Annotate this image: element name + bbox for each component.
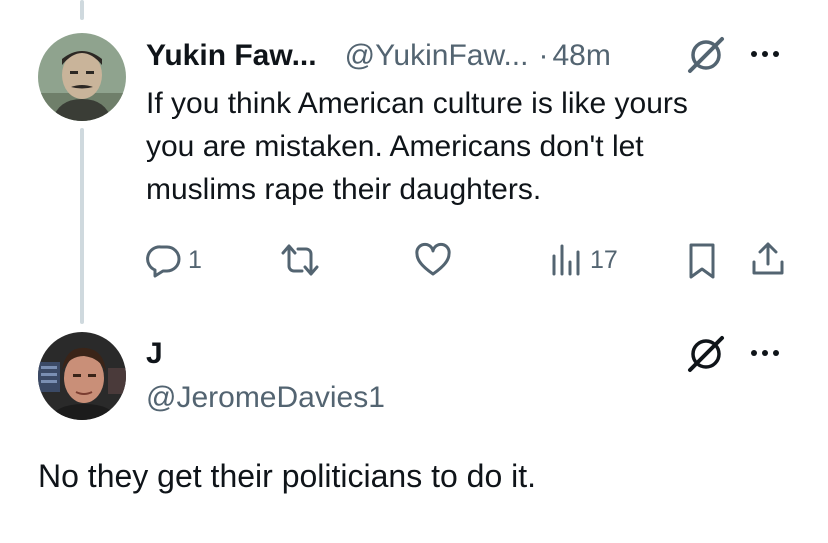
more-icon[interactable]: [751, 51, 779, 57]
grok-icon[interactable]: [684, 332, 728, 381]
tweet-text-line: muslims rape their daughters.: [146, 173, 542, 206]
tweet-header: Yukin Faw... @YukinFaw... · 48m: [146, 36, 611, 76]
tweet-text: If you think American culture is like yo…: [146, 82, 688, 211]
views-icon: [552, 244, 580, 276]
more-dot: [751, 51, 757, 57]
thread-connector-top: [80, 0, 84, 20]
avatar[interactable]: [38, 332, 126, 420]
more-dot: [773, 350, 779, 356]
share-button[interactable]: [750, 240, 786, 278]
retweet-icon: [281, 244, 319, 276]
timestamp[interactable]: 48m: [552, 39, 610, 73]
user-handle[interactable]: @JeromeDavies1: [146, 381, 385, 415]
views-button[interactable]: 17: [550, 242, 618, 278]
reply-button[interactable]: 1: [146, 242, 202, 278]
reply-icon: [146, 245, 181, 278]
retweet-button[interactable]: [280, 242, 326, 278]
more-icon[interactable]: [751, 350, 779, 356]
display-name[interactable]: Yukin Faw...: [146, 39, 317, 73]
handle-row: @JeromeDavies1: [146, 378, 385, 418]
heart-icon: [415, 242, 451, 276]
avatar[interactable]: [38, 33, 126, 121]
bookmark-icon: [689, 243, 715, 279]
tweet-text-line: you are mistaken. Americans don't let: [146, 130, 644, 163]
more-dot: [762, 350, 768, 356]
share-icon: [752, 242, 784, 275]
thread-connector-line: [80, 128, 84, 324]
more-dot: [751, 350, 757, 356]
display-name[interactable]: J: [146, 337, 163, 371]
tweet-header: J: [146, 336, 163, 372]
more-dot: [762, 51, 768, 57]
tweet-text-line: If you think American culture is like yo…: [146, 87, 688, 120]
like-button[interactable]: [414, 242, 458, 278]
bookmark-button[interactable]: [686, 242, 718, 280]
views-count: 17: [590, 245, 618, 274]
tweet-text: No they get their politicians to do it.: [38, 458, 537, 494]
grok-icon[interactable]: [684, 33, 728, 82]
avatar-portrait-icon: [38, 332, 126, 420]
avatar-portrait-icon: [38, 33, 126, 121]
time-separator: ·: [538, 39, 549, 72]
more-dot: [773, 51, 779, 57]
reply-count: 1: [188, 245, 202, 274]
user-handle[interactable]: @YukinFaw...: [345, 39, 529, 73]
